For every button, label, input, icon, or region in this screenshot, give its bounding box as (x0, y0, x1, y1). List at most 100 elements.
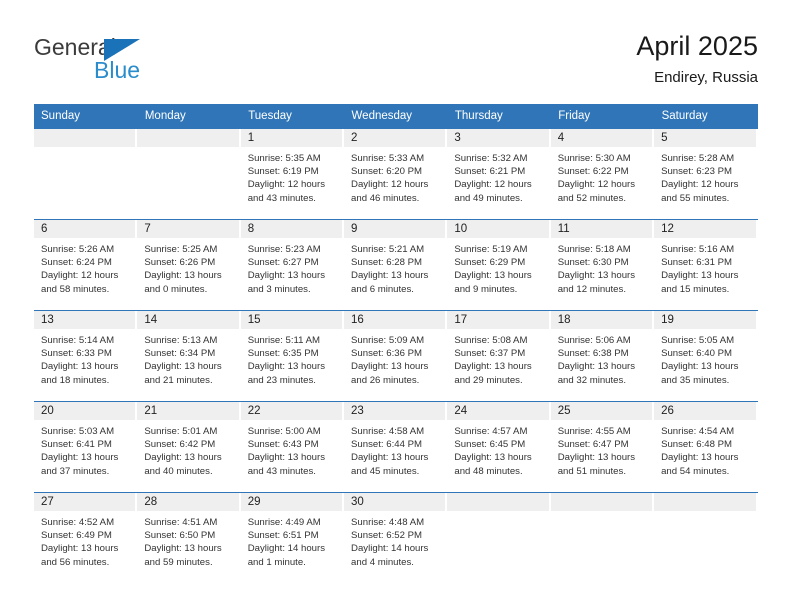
day-daylight-line: and 23 minutes. (247, 374, 316, 386)
calendar-day-cell[interactable]: 7 Sunrise: 5:25 AM Sunset: 6:26 PM Daylight… (137, 219, 241, 311)
day-sunrise-line: Sunrise: 4:57 AM (454, 426, 528, 437)
day-cell-inner: 17 Sunrise: 5:08 AM Sunset: 6:37 PM Dayligh… (447, 311, 551, 401)
day-daylight-line: and 52 minutes. (557, 192, 626, 204)
weekday-header-thursday: Thursday (447, 104, 552, 129)
day-daylight-line: Daylight: 12 hours (247, 179, 326, 191)
day-cell-inner: 22 Sunrise: 5:00 AM Sunset: 6:43 PM Dayligh… (240, 402, 345, 492)
day-details: Sunrise: 5:21 AM Sunset: 6:28 PM Daylight:… (344, 238, 446, 296)
day-sunrise-line: Sunrise: 5:08 AM (454, 335, 528, 346)
day-sunset-line: Sunset: 6:41 PM (41, 439, 112, 451)
day-sunrise-line: Sunrise: 5:05 AM (661, 335, 735, 346)
day-daylight-line: Daylight: 13 hours (661, 361, 739, 373)
day-sunset-line: Sunset: 6:31 PM (661, 257, 732, 269)
day-cell-inner: 28 Sunrise: 4:51 AM Sunset: 6:50 PM Dayligh… (137, 493, 241, 583)
calendar-day-cell[interactable]: 2 Sunrise: 5:33 AM Sunset: 6:20 PM Daylight… (344, 128, 448, 220)
day-daylight-line: and 0 minutes. (144, 283, 208, 295)
calendar-day-cell[interactable]: 13 Sunrise: 5:14 AM Sunset: 6:33 PM Dayligh… (34, 310, 138, 402)
calendar-day-cell[interactable]: 19 Sunrise: 5:05 AM Sunset: 6:40 PM Dayligh… (654, 310, 758, 402)
day-daylight-line: Daylight: 13 hours (41, 452, 119, 464)
day-daylight-line: Daylight: 13 hours (351, 452, 429, 464)
calendar-day-cell[interactable]: 3 Sunrise: 5:32 AM Sunset: 6:21 PM Daylight… (447, 128, 551, 220)
day-daylight-line: Daylight: 12 hours (557, 179, 636, 191)
day-daylight-line: and 56 minutes. (41, 556, 110, 568)
day-sunset-line: Sunset: 6:47 PM (557, 439, 629, 451)
day-daylight-line: Daylight: 13 hours (557, 270, 636, 282)
calendar-day-cell[interactable]: 26 Sunrise: 4:54 AM Sunset: 6:48 PM Dayligh… (654, 401, 758, 493)
day-cell-inner: 1 Sunrise: 5:35 AM Sunset: 6:19 PM Daylight… (240, 129, 345, 219)
weekday-header-sunday: Sunday (34, 104, 138, 129)
day-daylight-line: and 12 minutes. (557, 283, 626, 295)
calendar-day-cell[interactable]: 16 Sunrise: 5:09 AM Sunset: 6:36 PM Dayligh… (344, 310, 448, 402)
day-cell-inner: 30 Sunrise: 4:48 AM Sunset: 6:52 PM Dayligh… (344, 493, 448, 583)
day-details: Sunrise: 4:58 AM Sunset: 6:44 PM Daylight:… (344, 420, 446, 478)
day-sunset-line: Sunset: 6:22 PM (557, 166, 629, 178)
day-details: Sunrise: 5:16 AM Sunset: 6:31 PM Daylight:… (654, 238, 756, 296)
day-details: Sunrise: 5:09 AM Sunset: 6:36 PM Daylight:… (344, 329, 446, 387)
calendar-day-cell[interactable]: 6 Sunrise: 5:26 AM Sunset: 6:24 PM Daylight… (34, 219, 138, 311)
day-sunrise-line: Sunrise: 5:18 AM (557, 244, 631, 255)
day-sunrise-line: Sunrise: 5:16 AM (661, 244, 735, 255)
day-details: Sunrise: 5:00 AM Sunset: 6:43 PM Daylight:… (241, 420, 343, 478)
day-number: 1 (240, 129, 344, 147)
day-sunset-line: Sunset: 6:28 PM (351, 257, 422, 269)
calendar-day-cell[interactable]: 27 Sunrise: 4:52 AM Sunset: 6:49 PM Dayligh… (34, 492, 138, 583)
day-sunset-line: Sunset: 6:42 PM (144, 439, 216, 451)
calendar-day-cell[interactable]: 18 Sunrise: 5:06 AM Sunset: 6:38 PM Dayligh… (550, 310, 655, 402)
calendar-day-cell[interactable]: 11 Sunrise: 5:18 AM Sunset: 6:30 PM Dayligh… (550, 219, 655, 311)
calendar-day-cell[interactable]: 15 Sunrise: 5:11 AM Sunset: 6:35 PM Dayligh… (240, 310, 345, 402)
day-cell-inner: 9 Sunrise: 5:21 AM Sunset: 6:28 PM Daylight… (344, 220, 448, 310)
day-sunset-line: Sunset: 6:26 PM (144, 257, 216, 269)
calendar-day-cell[interactable]: 29 Sunrise: 4:49 AM Sunset: 6:51 PM Dayligh… (240, 492, 345, 583)
day-cell-inner (447, 493, 551, 583)
day-cell-inner: 12 Sunrise: 5:16 AM Sunset: 6:31 PM Dayligh… (654, 220, 758, 310)
day-cell-inner: 13 Sunrise: 5:14 AM Sunset: 6:33 PM Dayligh… (34, 311, 138, 401)
calendar-day-cell[interactable]: 10 Sunrise: 5:19 AM Sunset: 6:29 PM Dayligh… (447, 219, 551, 311)
day-number: 27 (34, 493, 137, 511)
day-sunrise-line: Sunrise: 5:11 AM (247, 335, 321, 346)
day-sunset-line: Sunset: 6:21 PM (454, 166, 526, 178)
day-details: Sunrise: 5:25 AM Sunset: 6:26 PM Daylight:… (137, 238, 239, 296)
day-number: 8 (240, 220, 344, 238)
calendar-day-cell[interactable]: 30 Sunrise: 4:48 AM Sunset: 6:52 PM Dayligh… (344, 492, 448, 583)
title-block: April 2025 Endirey, Russia (636, 30, 758, 87)
page-title: April 2025 (636, 31, 758, 61)
day-details: Sunrise: 4:49 AM Sunset: 6:51 PM Daylight:… (241, 511, 343, 569)
day-number: 24 (447, 402, 550, 420)
general-blue-logo[interactable]: General Blue (34, 34, 214, 90)
day-cell-inner: 2 Sunrise: 5:33 AM Sunset: 6:20 PM Daylight… (344, 129, 448, 219)
calendar-day-cell[interactable]: 5 Sunrise: 5:28 AM Sunset: 6:23 PM Daylight… (654, 128, 758, 220)
calendar-day-cell[interactable]: 17 Sunrise: 5:08 AM Sunset: 6:37 PM Dayligh… (447, 310, 551, 402)
calendar-day-cell[interactable]: 25 Sunrise: 4:55 AM Sunset: 6:47 PM Dayligh… (550, 401, 655, 493)
day-cell-inner: 26 Sunrise: 4:54 AM Sunset: 6:48 PM Dayligh… (654, 402, 758, 492)
day-daylight-line: and 54 minutes. (661, 465, 730, 477)
calendar-day-cell[interactable]: 1 Sunrise: 5:35 AM Sunset: 6:19 PM Daylight… (240, 128, 345, 220)
day-cell-inner (550, 493, 655, 583)
day-details: Sunrise: 5:33 AM Sunset: 6:20 PM Daylight:… (344, 147, 446, 205)
day-details: Sunrise: 5:01 AM Sunset: 6:42 PM Daylight:… (137, 420, 239, 478)
calendar-day-cell[interactable]: 20 Sunrise: 5:03 AM Sunset: 6:41 PM Dayligh… (34, 401, 138, 493)
day-details: Sunrise: 5:11 AM Sunset: 6:35 PM Daylight:… (241, 329, 343, 387)
calendar-day-cell[interactable]: 8 Sunrise: 5:23 AM Sunset: 6:27 PM Daylight… (240, 219, 345, 311)
calendar-day-cell[interactable]: 21 Sunrise: 5:01 AM Sunset: 6:42 PM Dayligh… (137, 401, 241, 493)
calendar-day-cell[interactable]: 4 Sunrise: 5:30 AM Sunset: 6:22 PM Daylight… (550, 128, 655, 220)
calendar-day-cell[interactable]: 14 Sunrise: 5:13 AM Sunset: 6:34 PM Dayligh… (137, 310, 241, 402)
calendar-day-cell[interactable]: 12 Sunrise: 5:16 AM Sunset: 6:31 PM Dayligh… (654, 219, 758, 311)
day-daylight-line: Daylight: 13 hours (41, 543, 119, 555)
calendar-day-cell[interactable]: 22 Sunrise: 5:00 AM Sunset: 6:43 PM Dayligh… (240, 401, 345, 493)
day-daylight-line: Daylight: 13 hours (41, 361, 119, 373)
day-details: Sunrise: 4:55 AM Sunset: 6:47 PM Daylight:… (551, 420, 653, 478)
calendar-day-cell[interactable]: 28 Sunrise: 4:51 AM Sunset: 6:50 PM Dayligh… (137, 492, 241, 583)
calendar-day-cell[interactable]: 24 Sunrise: 4:57 AM Sunset: 6:45 PM Dayligh… (447, 401, 551, 493)
day-cell-inner (137, 129, 241, 219)
day-daylight-line: and 59 minutes. (144, 556, 213, 568)
calendar-day-cell[interactable]: 9 Sunrise: 5:21 AM Sunset: 6:28 PM Daylight… (344, 219, 448, 311)
calendar-header-row: Sunday Monday Tuesday Wednesday Thursday Frid… (34, 104, 759, 129)
day-daylight-line: and 18 minutes. (41, 374, 110, 386)
calendar-day-cell[interactable]: 23 Sunrise: 4:58 AM Sunset: 6:44 PM Dayligh… (344, 401, 448, 493)
day-daylight-line: and 45 minutes. (351, 465, 420, 477)
day-daylight-line: and 37 minutes. (41, 465, 110, 477)
day-daylight-line: and 43 minutes. (247, 192, 316, 204)
day-cell-inner: 6 Sunrise: 5:26 AM Sunset: 6:24 PM Daylight… (34, 220, 138, 310)
day-details: Sunrise: 5:28 AM Sunset: 6:23 PM Daylight:… (654, 147, 756, 205)
day-details: Sunrise: 5:35 AM Sunset: 6:19 PM Daylight:… (241, 147, 343, 205)
